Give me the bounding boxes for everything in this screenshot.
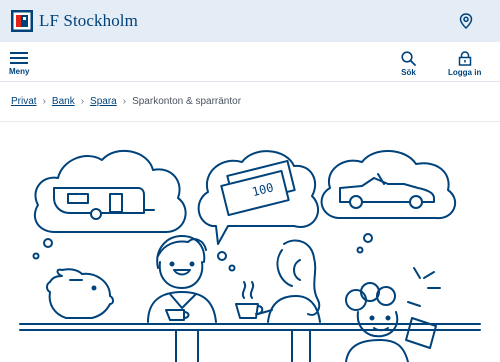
banknotes-icon: 100	[220, 159, 296, 217]
lansforsakringar-logo-icon	[11, 10, 33, 32]
search-label: Sök	[401, 68, 416, 77]
chevron-right-icon: ›	[122, 96, 127, 107]
login-label: Logga in	[448, 68, 482, 77]
breadcrumb-link-bank[interactable]: Bank	[52, 96, 75, 107]
location-pin-icon[interactable]	[459, 13, 473, 29]
dream-cloud-caravan	[32, 150, 187, 260]
logo[interactable]: LF Stockholm	[11, 10, 138, 32]
search-icon	[401, 51, 416, 66]
chevron-right-icon: ›	[80, 96, 85, 107]
person-girl	[345, 267, 441, 362]
caravan-icon	[53, 187, 155, 220]
convertible-car-icon	[339, 173, 435, 209]
breadcrumb-current: Sparkonton & sparräntor	[132, 96, 242, 107]
menu-button[interactable]: Meny	[9, 51, 29, 76]
main-nav: Meny Sök Logga in	[0, 42, 500, 82]
brand-name: LF Stockholm	[39, 11, 138, 30]
top-bar: LF Stockholm	[0, 0, 500, 42]
menu-label: Meny	[9, 67, 30, 76]
person-boy	[147, 235, 217, 362]
hero-illustration: 100	[19, 149, 481, 362]
login-button[interactable]: Logga in	[448, 51, 481, 77]
breadcrumb: Privat › Bank › Spara › Sparkonton & spa…	[11, 96, 241, 107]
lock-icon	[458, 51, 471, 66]
search-button[interactable]: Sök	[401, 51, 416, 77]
chevron-right-icon: ›	[42, 96, 46, 107]
hamburger-icon	[10, 52, 29, 64]
breadcrumb-link-spara[interactable]: Spara	[90, 96, 117, 107]
dream-cloud-money: 100	[197, 150, 319, 272]
person-woman	[235, 239, 321, 362]
piggy-bank-icon	[46, 268, 114, 319]
dream-cloud-car	[320, 149, 457, 254]
breadcrumb-link-privat[interactable]: Privat	[11, 96, 37, 107]
